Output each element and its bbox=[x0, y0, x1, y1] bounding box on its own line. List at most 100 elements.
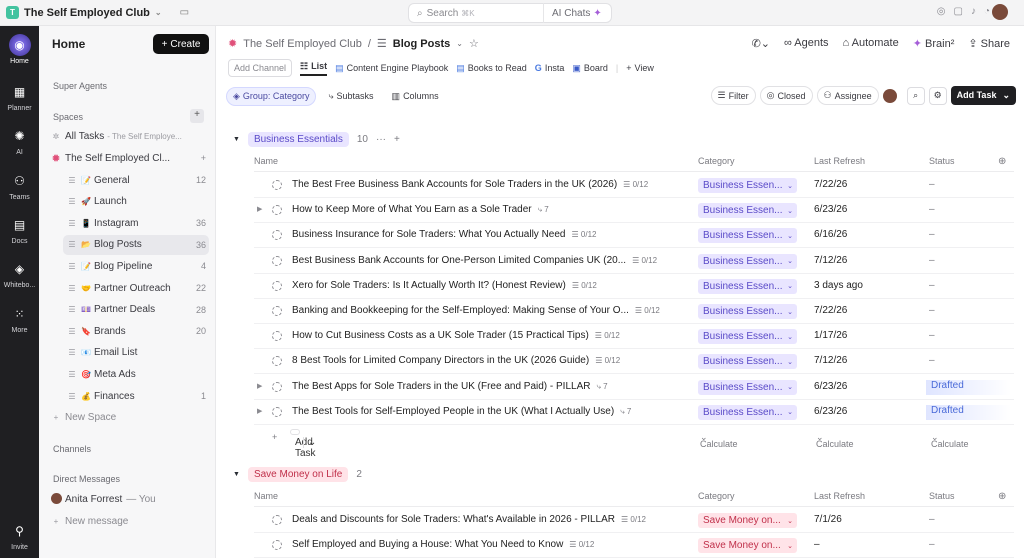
status-badge[interactable]: – bbox=[929, 229, 935, 240]
status-circle-icon[interactable] bbox=[272, 205, 282, 216]
sidebar-item-partner-deals[interactable]: ☰ 💷 Partner Deals 28 bbox=[63, 300, 209, 320]
task-name[interactable]: How to Cut Business Costs as a UK Sole T… bbox=[292, 330, 620, 341]
new-message-item[interactable]: + New message bbox=[47, 511, 209, 531]
avatar[interactable] bbox=[882, 88, 897, 103]
collapse-icon[interactable]: ▼ bbox=[233, 136, 240, 143]
sidebar-item-blog-posts[interactable]: ☰ 📂 Blog Posts 36 bbox=[63, 234, 209, 255]
calendar-icon[interactable]: ▭ bbox=[180, 7, 189, 18]
star-icon[interactable]: ☆ bbox=[469, 37, 479, 50]
last-refresh-value[interactable]: 7/12/26 bbox=[814, 355, 847, 366]
table-row[interactable]: The Best Free Business Bank Accounts for… bbox=[254, 173, 1014, 198]
search-input[interactable]: ⌕ Search ⌘K AI Chats ✦ bbox=[408, 3, 612, 23]
table-row[interactable]: Self Employed and Buying a House: What Y… bbox=[254, 533, 1014, 558]
sidebar-item-meta-ads[interactable]: ☰ 🎯 Meta Ads bbox=[63, 364, 209, 384]
last-refresh-value[interactable]: 6/23/26 bbox=[814, 204, 847, 215]
status-circle-icon[interactable] bbox=[272, 356, 282, 367]
group-by-button[interactable]: ◈ Group: Category bbox=[226, 86, 317, 106]
table-row[interactable]: Banking and Bookkeeping for the Self-Emp… bbox=[254, 299, 1014, 324]
last-refresh-value[interactable]: 1/17/26 bbox=[814, 330, 847, 341]
last-refresh-value[interactable]: 6/23/26 bbox=[814, 381, 847, 392]
expand-icon[interactable]: ▶ bbox=[257, 205, 262, 213]
col-category[interactable]: Category bbox=[698, 156, 735, 166]
sidebar-item-finances[interactable]: ☰ 💰 Finances 1 bbox=[63, 386, 209, 406]
category-badge[interactable]: Business Essen... ⌄ bbox=[698, 329, 797, 345]
last-refresh-value[interactable]: 3 days ago bbox=[814, 280, 863, 291]
last-refresh-value[interactable]: 7/22/26 bbox=[814, 179, 847, 190]
col-name[interactable]: Name bbox=[254, 156, 278, 166]
status-badge[interactable]: – bbox=[929, 179, 935, 190]
status-circle-icon[interactable] bbox=[272, 381, 282, 392]
rail-item-invite[interactable]: ⚲ Invite bbox=[0, 520, 39, 551]
status-circle-icon[interactable] bbox=[272, 515, 282, 525]
last-refresh-value[interactable]: 7/22/26 bbox=[814, 305, 847, 316]
table-row[interactable]: ▶ The Best Tools for Self-Employed People… bbox=[254, 400, 1014, 425]
task-name[interactable]: The Best Free Business Bank Accounts for… bbox=[292, 179, 648, 190]
status-circle-icon[interactable] bbox=[272, 306, 282, 316]
add-task-button[interactable]: Add Task ⌄ bbox=[950, 86, 1016, 105]
all-tasks-item[interactable]: ✲ All Tasks - The Self Employe... bbox=[47, 126, 209, 146]
ai-chats-button[interactable]: AI Chats ✦ bbox=[543, 3, 602, 23]
add-space-icon[interactable]: + bbox=[190, 109, 204, 123]
space-item[interactable]: ✹ The Self Employed Cl... + bbox=[47, 148, 209, 168]
tab-board[interactable]: ▣ Board bbox=[572, 63, 608, 74]
task-name[interactable]: Best Business Bank Accounts for One-Pers… bbox=[292, 255, 657, 266]
col-category[interactable]: Category bbox=[698, 491, 735, 501]
category-badge[interactable]: Save Money on... ⌄ bbox=[698, 538, 797, 554]
status-badge[interactable]: Drafted bbox=[926, 379, 1011, 395]
brain-button[interactable]: ✦ Brain² bbox=[913, 37, 955, 50]
task-name[interactable]: Xero for Sole Traders: Is It Actually Wo… bbox=[292, 280, 597, 291]
sidebar-item-blog-pipeline[interactable]: ☰ 📝 Blog Pipeline 4 bbox=[63, 256, 209, 276]
last-refresh-value[interactable]: 7/12/26 bbox=[814, 255, 847, 266]
last-refresh-value[interactable]: 6/23/26 bbox=[814, 406, 847, 417]
status-circle-icon[interactable] bbox=[272, 180, 282, 190]
status-badge[interactable]: – bbox=[929, 305, 935, 316]
create-button[interactable]: + Create bbox=[153, 34, 209, 54]
table-row[interactable]: How to Cut Business Costs as a UK Sole T… bbox=[254, 324, 1014, 350]
phone-icon[interactable]: ✆⌄ bbox=[752, 37, 770, 50]
table-row[interactable]: ▶ The Best Apps for Sole Traders in the U… bbox=[254, 375, 1014, 400]
plus-icon[interactable]: + bbox=[201, 153, 209, 163]
expand-icon[interactable]: ▶ bbox=[257, 407, 262, 415]
table-row[interactable]: 8 Best Tools for Limited Company Directo… bbox=[254, 349, 1014, 375]
task-name[interactable]: Banking and Bookkeeping for the Self-Emp… bbox=[292, 305, 660, 316]
category-badge[interactable]: Business Essen... ⌄ bbox=[698, 228, 797, 244]
sidebar-item-partner-outreach[interactable]: ☰ 🤝 Partner Outreach 22 bbox=[63, 278, 209, 298]
table-row[interactable]: Business Insurance for Sole Traders: Wha… bbox=[254, 223, 1014, 249]
tab-books[interactable]: ▤ Books to Read bbox=[456, 63, 527, 74]
tab-insta[interactable]: G Insta bbox=[535, 63, 565, 73]
agents-button[interactable]: ∞ Agents bbox=[784, 37, 829, 50]
status-badge[interactable]: – bbox=[929, 539, 935, 550]
group-tag[interactable]: Save Money on Life bbox=[247, 467, 349, 482]
rail-item-planner[interactable]: ▦ Planner bbox=[0, 81, 39, 112]
video-icon[interactable]: ▢ bbox=[954, 6, 963, 17]
calculate-status[interactable]: Calculate ⌄ bbox=[931, 432, 969, 449]
rail-item-docs[interactable]: ▤ Docs bbox=[0, 214, 39, 245]
user-avatar[interactable] bbox=[992, 4, 1008, 20]
mic-icon[interactable]: ♪ bbox=[971, 6, 976, 17]
task-name[interactable]: How to Keep More of What You Earn as a S… bbox=[292, 204, 549, 215]
col-status[interactable]: Status bbox=[929, 156, 955, 166]
status-badge[interactable]: – bbox=[929, 280, 935, 291]
table-row[interactable]: Xero for Sole Traders: Is It Actually Wo… bbox=[254, 274, 1014, 299]
add-column-icon[interactable]: ⊕ bbox=[998, 156, 1006, 167]
task-name[interactable]: Self Employed and Buying a House: What Y… bbox=[292, 539, 594, 550]
add-view-button[interactable]: + View bbox=[626, 63, 654, 73]
status-badge[interactable]: – bbox=[929, 514, 935, 525]
sidebar-item-email-list[interactable]: ☰ 📧 Email List bbox=[63, 343, 209, 363]
collapse-icon[interactable]: ▼ bbox=[233, 471, 240, 478]
check-circle-icon[interactable]: ◎ bbox=[937, 6, 946, 17]
category-badge[interactable]: Business Essen... ⌄ bbox=[698, 278, 797, 294]
col-name[interactable]: Name bbox=[254, 491, 278, 501]
breadcrumb-list[interactable]: Blog Posts bbox=[393, 38, 450, 50]
category-badge[interactable]: Save Money on... ⌄ bbox=[698, 513, 797, 528]
super-agents-link[interactable]: Super Agents bbox=[53, 81, 107, 91]
filter-button[interactable]: ☰ Filter bbox=[710, 86, 756, 105]
category-badge[interactable]: Business Essen... ⌄ bbox=[698, 253, 797, 269]
workspace-switcher[interactable]: T The Self Employed Club ⌄ bbox=[6, 6, 162, 19]
new-space-item[interactable]: + New Space bbox=[47, 407, 209, 427]
last-refresh-value[interactable]: 6/16/26 bbox=[814, 229, 847, 240]
col-last-refresh[interactable]: Last Refresh bbox=[814, 491, 865, 501]
category-badge[interactable]: Business Essen... ⌄ bbox=[698, 178, 797, 193]
status-badge[interactable]: – bbox=[929, 255, 935, 266]
last-refresh-value[interactable]: – bbox=[814, 539, 820, 550]
